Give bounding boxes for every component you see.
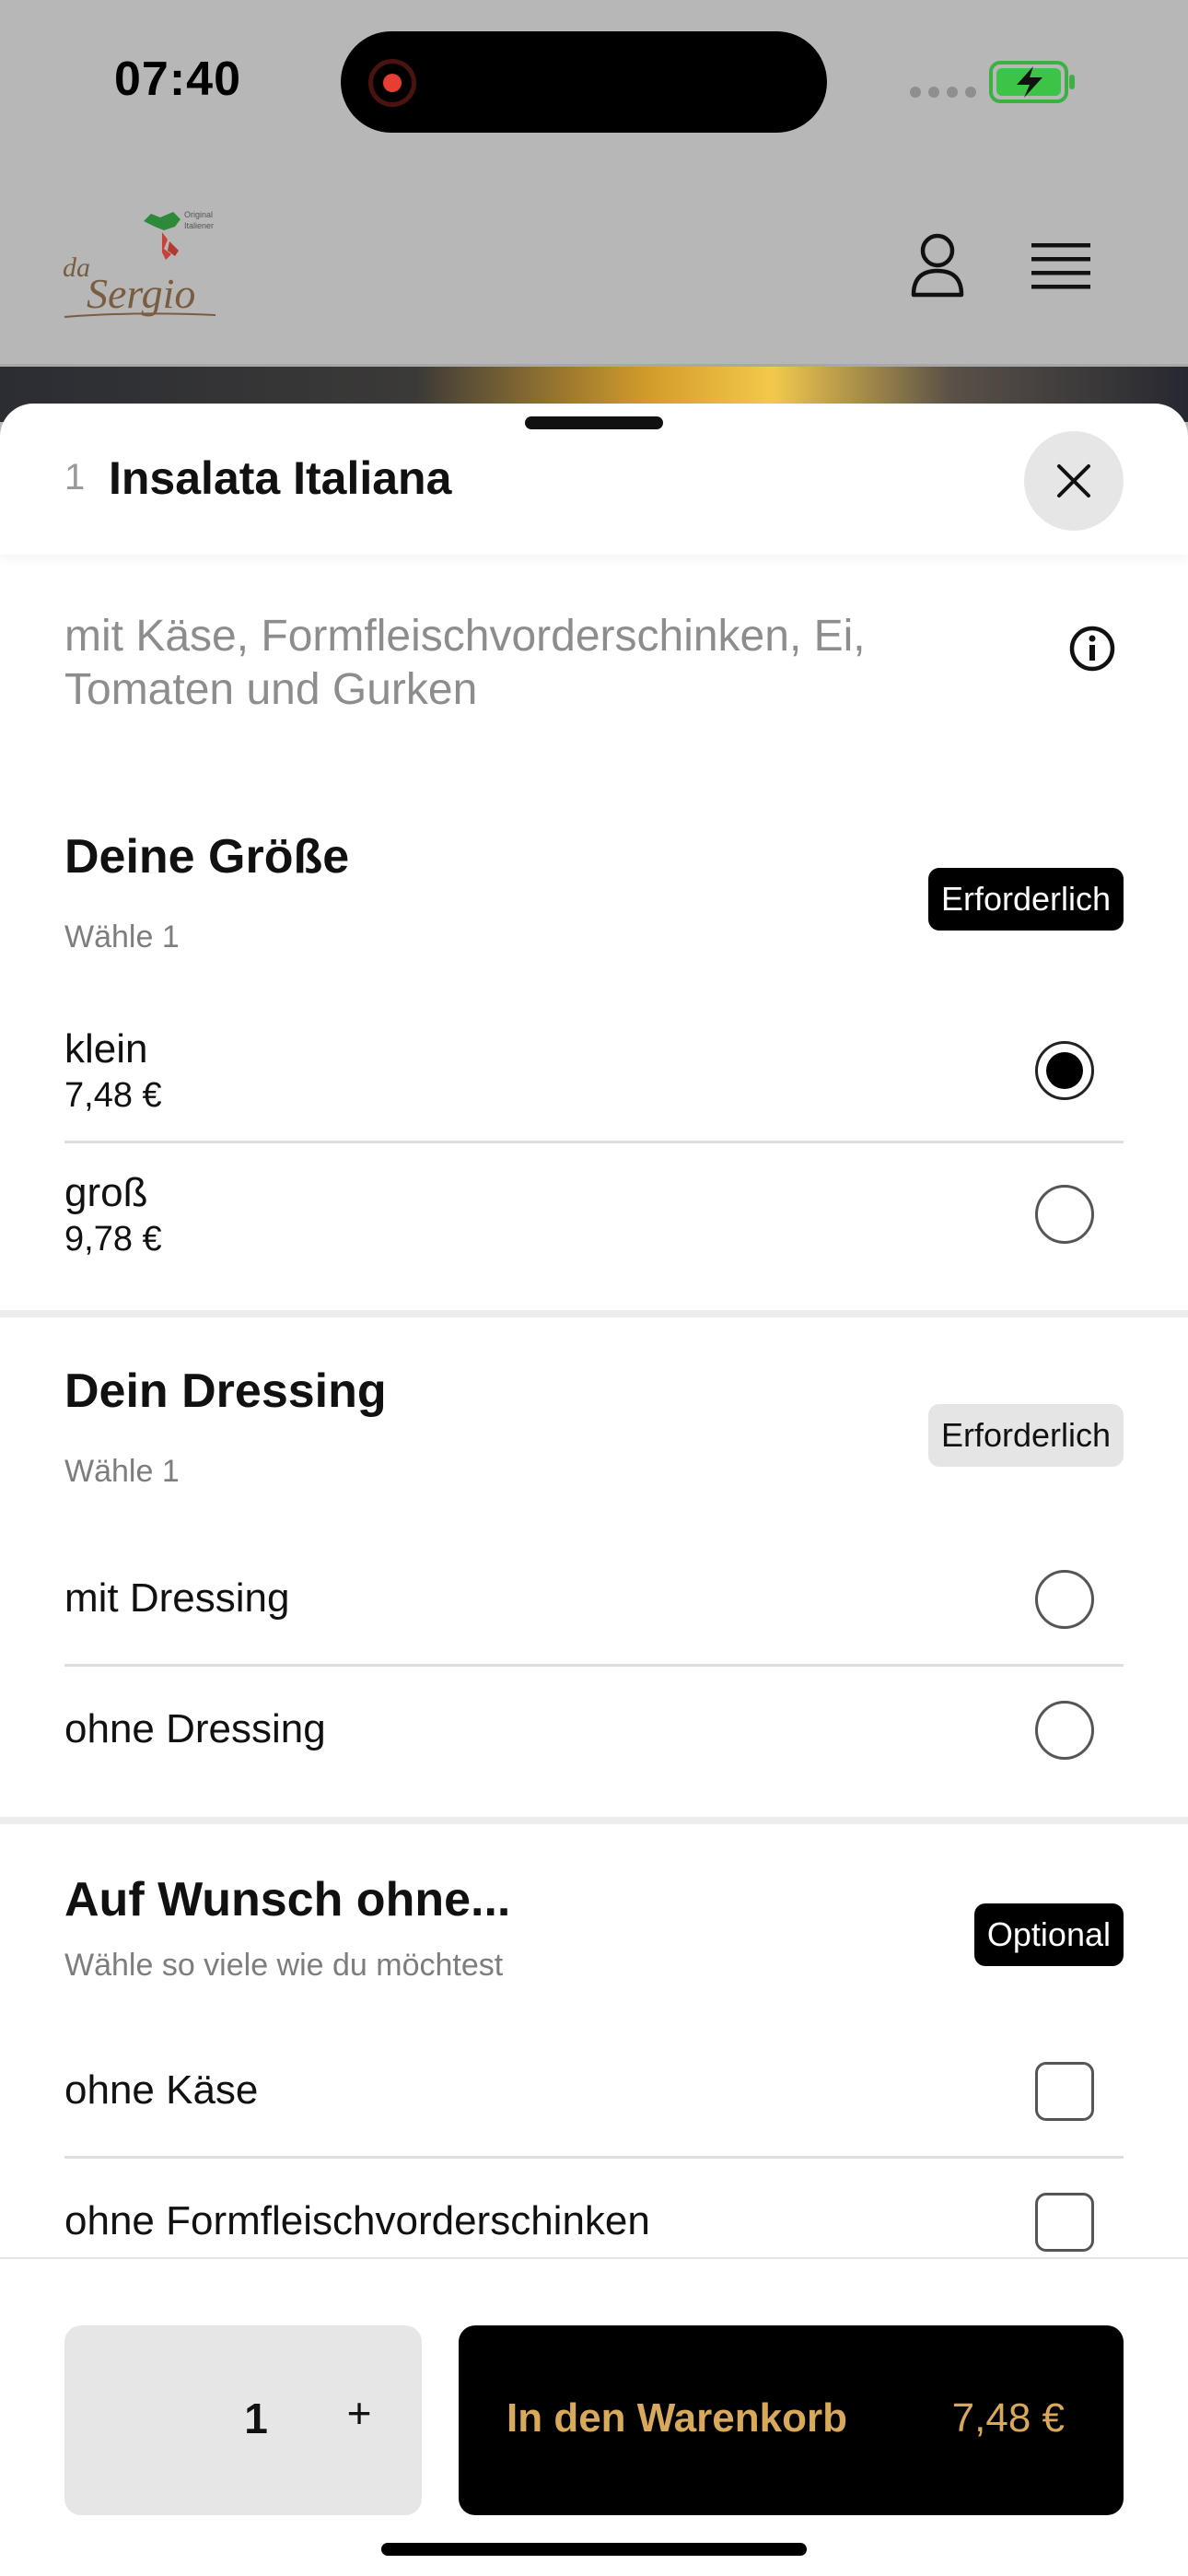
sheet-grabber[interactable] [525,416,663,429]
size-option-klein[interactable]: klein 7,48 € [64,1026,1124,1116]
without-checkbox-kaese[interactable] [1035,2062,1094,2121]
option-divider [64,2156,1124,2159]
battery-charging-icon [989,61,1075,103]
option-label: ohne Dressing [64,1706,326,1751]
option-divider [64,1664,1124,1667]
optional-badge: Optional [973,1903,1124,1966]
dressing-option-mit[interactable]: mit Dressing [64,1575,1124,1622]
without-option-kaese[interactable]: ohne Käse [64,2067,1124,2113]
size-radio-gross[interactable] [1035,1185,1094,1244]
da-sergio-logo[interactable]: Original Italiener da Sergio [61,205,219,324]
option-label: klein [64,1026,148,1071]
without-section-title: Auf Wunsch ohne... [64,1873,511,1926]
svg-text:Original: Original [184,210,213,219]
quantity-value: 1 [244,2395,268,2442]
without-section-subtitle: Wähle so viele wie du möchtest [64,1948,504,1983]
required-badge: Erforderlich [927,868,1124,931]
dressing-section-subtitle: Wähle 1 [64,1454,180,1489]
quantity-plus-button[interactable]: + [332,2388,387,2443]
quantity-stepper[interactable]: 1 + [64,2325,422,2515]
recording-indicator-icon [368,59,416,107]
size-option-gross[interactable]: groß 9,78 € [64,1170,1124,1259]
dressing-section-title: Dein Dressing [64,1364,387,1418]
required-badge: Erforderlich [927,1404,1124,1467]
close-icon [1057,464,1090,498]
status-time: 07:40 [114,53,241,106]
without-checkbox-schinken[interactable] [1035,2193,1094,2252]
without-option-schinken[interactable]: ohne Formfleischvorderschinken [64,2198,1124,2244]
dynamic-island [341,31,827,133]
item-title: Insalata Italiana [109,452,452,504]
item-description: mit Käse, Formfleischvorderschinken, Ei,… [64,612,866,714]
dressing-option-ohne[interactable]: ohne Dressing [64,1706,1124,1752]
hamburger-menu-icon[interactable] [1031,241,1090,291]
sheet-header: 1 Insalata Italiana [0,404,1188,555]
option-label: groß [64,1170,148,1215]
add-to-cart-label: In den Warenkorb [507,2395,847,2441]
size-radio-klein[interactable] [1035,1041,1094,1100]
info-icon[interactable] [1068,625,1116,673]
status-bar: 07:40 [0,0,1188,166]
dressing-radio-mit[interactable] [1035,1570,1094,1629]
option-label: ohne Käse [64,2067,259,2113]
svg-text:Italiener: Italiener [184,221,214,230]
cart-total-price: 7,48 € [951,2395,1065,2441]
section-divider [0,1310,1188,1317]
item-number: 1 [64,457,86,498]
svg-text:Sergio: Sergio [87,270,195,317]
app-header: Original Italiener da Sergio [0,166,1188,367]
size-section-title: Deine Größe [64,830,350,884]
product-sheet: 1 Insalata Italiana mit Käse, Formfleisc… [0,404,1188,2576]
cart-bar: 1 + In den Warenkorb 7,48 € [0,2257,1188,2576]
home-indicator[interactable] [381,2543,807,2556]
option-label: mit Dressing [64,1575,290,1621]
option-label: ohne Formfleischvorderschinken [64,2198,650,2243]
add-to-cart-button[interactable]: In den Warenkorb 7,48 € [459,2325,1124,2515]
close-button[interactable] [1024,431,1124,531]
option-price: 7,48 € [64,1076,162,1115]
dressing-radio-ohne[interactable] [1035,1701,1094,1760]
signal-icon [910,87,976,98]
option-price: 9,78 € [64,1220,162,1259]
size-section-subtitle: Wähle 1 [64,919,180,954]
option-divider [64,1141,1124,1143]
section-divider [0,1817,1188,1824]
user-account-icon[interactable] [910,232,965,299]
